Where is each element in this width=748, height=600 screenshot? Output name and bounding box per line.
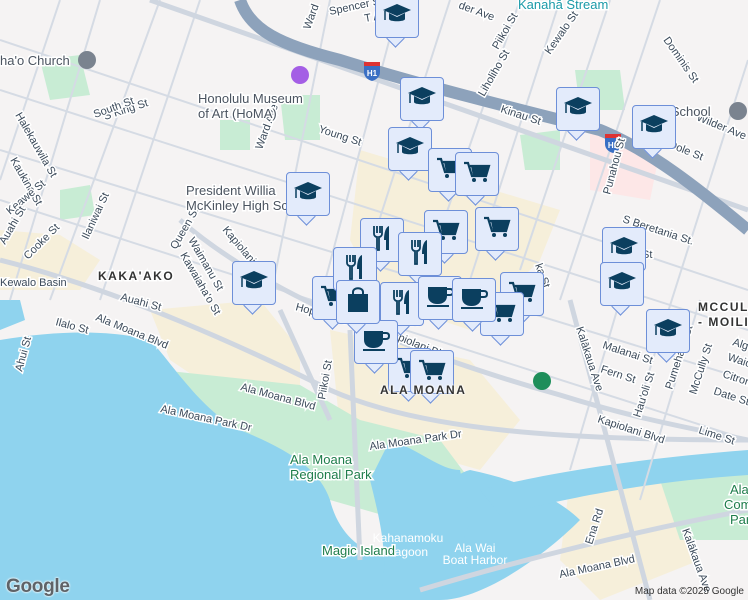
svg-text:Young St: Young St bbox=[317, 123, 363, 148]
marker-box bbox=[452, 278, 496, 322]
coffee-icon bbox=[425, 284, 455, 313]
marker-box bbox=[232, 261, 276, 305]
graduation-cap-marker[interactable] bbox=[556, 87, 600, 141]
marker-box bbox=[398, 232, 442, 276]
svg-text:Auahi St: Auahi St bbox=[119, 291, 162, 313]
svg-text:Commu: Commu bbox=[724, 497, 748, 512]
shopping-bag-icon bbox=[345, 286, 371, 319]
restaurant-icon bbox=[390, 288, 414, 321]
graduation-cap-icon bbox=[653, 317, 683, 346]
svg-text:ha'o Church: ha'o Church bbox=[0, 53, 70, 68]
graduation-cap-marker[interactable] bbox=[400, 77, 444, 131]
museum-icon[interactable] bbox=[291, 66, 309, 84]
svg-text:der Ave: der Ave bbox=[457, 0, 496, 24]
graduation-cap-icon bbox=[609, 235, 639, 264]
graduation-cap-marker[interactable] bbox=[375, 0, 419, 48]
svg-text:Piikoi St: Piikoi St bbox=[316, 359, 335, 400]
svg-text:Ala Wa: Ala Wa bbox=[730, 482, 748, 497]
svg-text:- MOILII: - MOILII bbox=[698, 315, 748, 329]
svg-text:Kanahā Stream: Kanahā Stream bbox=[518, 0, 608, 12]
svg-text:Ala Moana: Ala Moana bbox=[290, 452, 353, 467]
marker-box bbox=[455, 152, 499, 196]
restaurant-icon bbox=[408, 238, 432, 271]
graduation-cap-marker[interactable] bbox=[646, 309, 690, 363]
svg-text:Date St: Date St bbox=[712, 385, 748, 408]
school-icon[interactable] bbox=[729, 102, 747, 120]
marker-box bbox=[388, 127, 432, 171]
shopping-cart-icon bbox=[463, 160, 491, 189]
marker-box bbox=[336, 280, 380, 324]
neighborhood-label-ala-moana: ALA MOANA bbox=[380, 383, 467, 397]
svg-text:Boat Harbor: Boat Harbor bbox=[443, 553, 508, 567]
google-logo: Google bbox=[6, 576, 70, 597]
svg-text:Regional Park: Regional Park bbox=[290, 467, 372, 482]
svg-text:KAKA'AKO: KAKA'AKO bbox=[98, 269, 174, 283]
shopping-bag-marker[interactable] bbox=[336, 280, 380, 334]
svg-text:Fern St: Fern St bbox=[599, 363, 637, 386]
graduation-cap-icon bbox=[639, 113, 669, 142]
graduation-cap-icon bbox=[293, 180, 323, 209]
svg-text:Magic Island: Magic Island bbox=[322, 543, 395, 558]
svg-text:of Art (HoMA): of Art (HoMA) bbox=[198, 106, 277, 121]
svg-text:Dominis St: Dominis St bbox=[661, 35, 701, 85]
svg-text:Ward: Ward bbox=[302, 3, 322, 31]
marker-box bbox=[375, 0, 419, 38]
svg-text:Park: Park bbox=[730, 512, 748, 527]
svg-text:Waio: Waio bbox=[726, 351, 748, 370]
graduation-cap-icon bbox=[382, 2, 412, 31]
marker-box bbox=[556, 87, 600, 131]
svg-text:Lime St: Lime St bbox=[697, 424, 736, 447]
church-icon[interactable] bbox=[78, 51, 96, 69]
svg-text:McKinley High Scho: McKinley High Scho bbox=[186, 198, 302, 213]
marker-box bbox=[400, 77, 444, 121]
graduation-cap-marker[interactable] bbox=[600, 262, 644, 316]
marker-box bbox=[646, 309, 690, 353]
coffee-icon bbox=[459, 286, 489, 315]
svg-text:Kewalo Basin: Kewalo Basin bbox=[0, 277, 67, 289]
graduation-cap-marker[interactable] bbox=[632, 105, 676, 159]
graduation-cap-marker[interactable] bbox=[232, 261, 276, 315]
marker-box bbox=[600, 262, 644, 306]
graduation-cap-icon bbox=[239, 269, 269, 298]
shopping-cart-icon bbox=[483, 215, 511, 244]
graduation-cap-marker[interactable] bbox=[286, 172, 330, 226]
svg-text:H1: H1 bbox=[367, 69, 378, 78]
shopping-cart-marker[interactable] bbox=[455, 152, 499, 206]
marker-box bbox=[475, 207, 519, 251]
place-pin-icon[interactable] bbox=[533, 372, 551, 390]
marker-box bbox=[632, 105, 676, 149]
graduation-cap-icon bbox=[407, 85, 437, 114]
graduation-cap-marker[interactable] bbox=[388, 127, 432, 181]
graduation-cap-icon bbox=[607, 270, 637, 299]
graduation-cap-icon bbox=[395, 135, 425, 164]
svg-text:Honolulu Museum: Honolulu Museum bbox=[198, 91, 303, 106]
svg-text:President Willia: President Willia bbox=[186, 183, 276, 198]
map-attribution[interactable]: Map data ©2025 Google bbox=[635, 586, 744, 597]
coffee-marker[interactable] bbox=[452, 278, 496, 332]
shopping-cart-marker[interactable] bbox=[475, 207, 519, 261]
svg-text:Alg: Alg bbox=[731, 336, 748, 352]
svg-text:Liholiho St: Liholiho St bbox=[476, 48, 512, 98]
svg-text:MCCULL: MCCULL bbox=[698, 300, 748, 314]
marker-box bbox=[286, 172, 330, 216]
graduation-cap-icon bbox=[563, 95, 593, 124]
svg-text:Citron: Citron bbox=[721, 368, 748, 388]
